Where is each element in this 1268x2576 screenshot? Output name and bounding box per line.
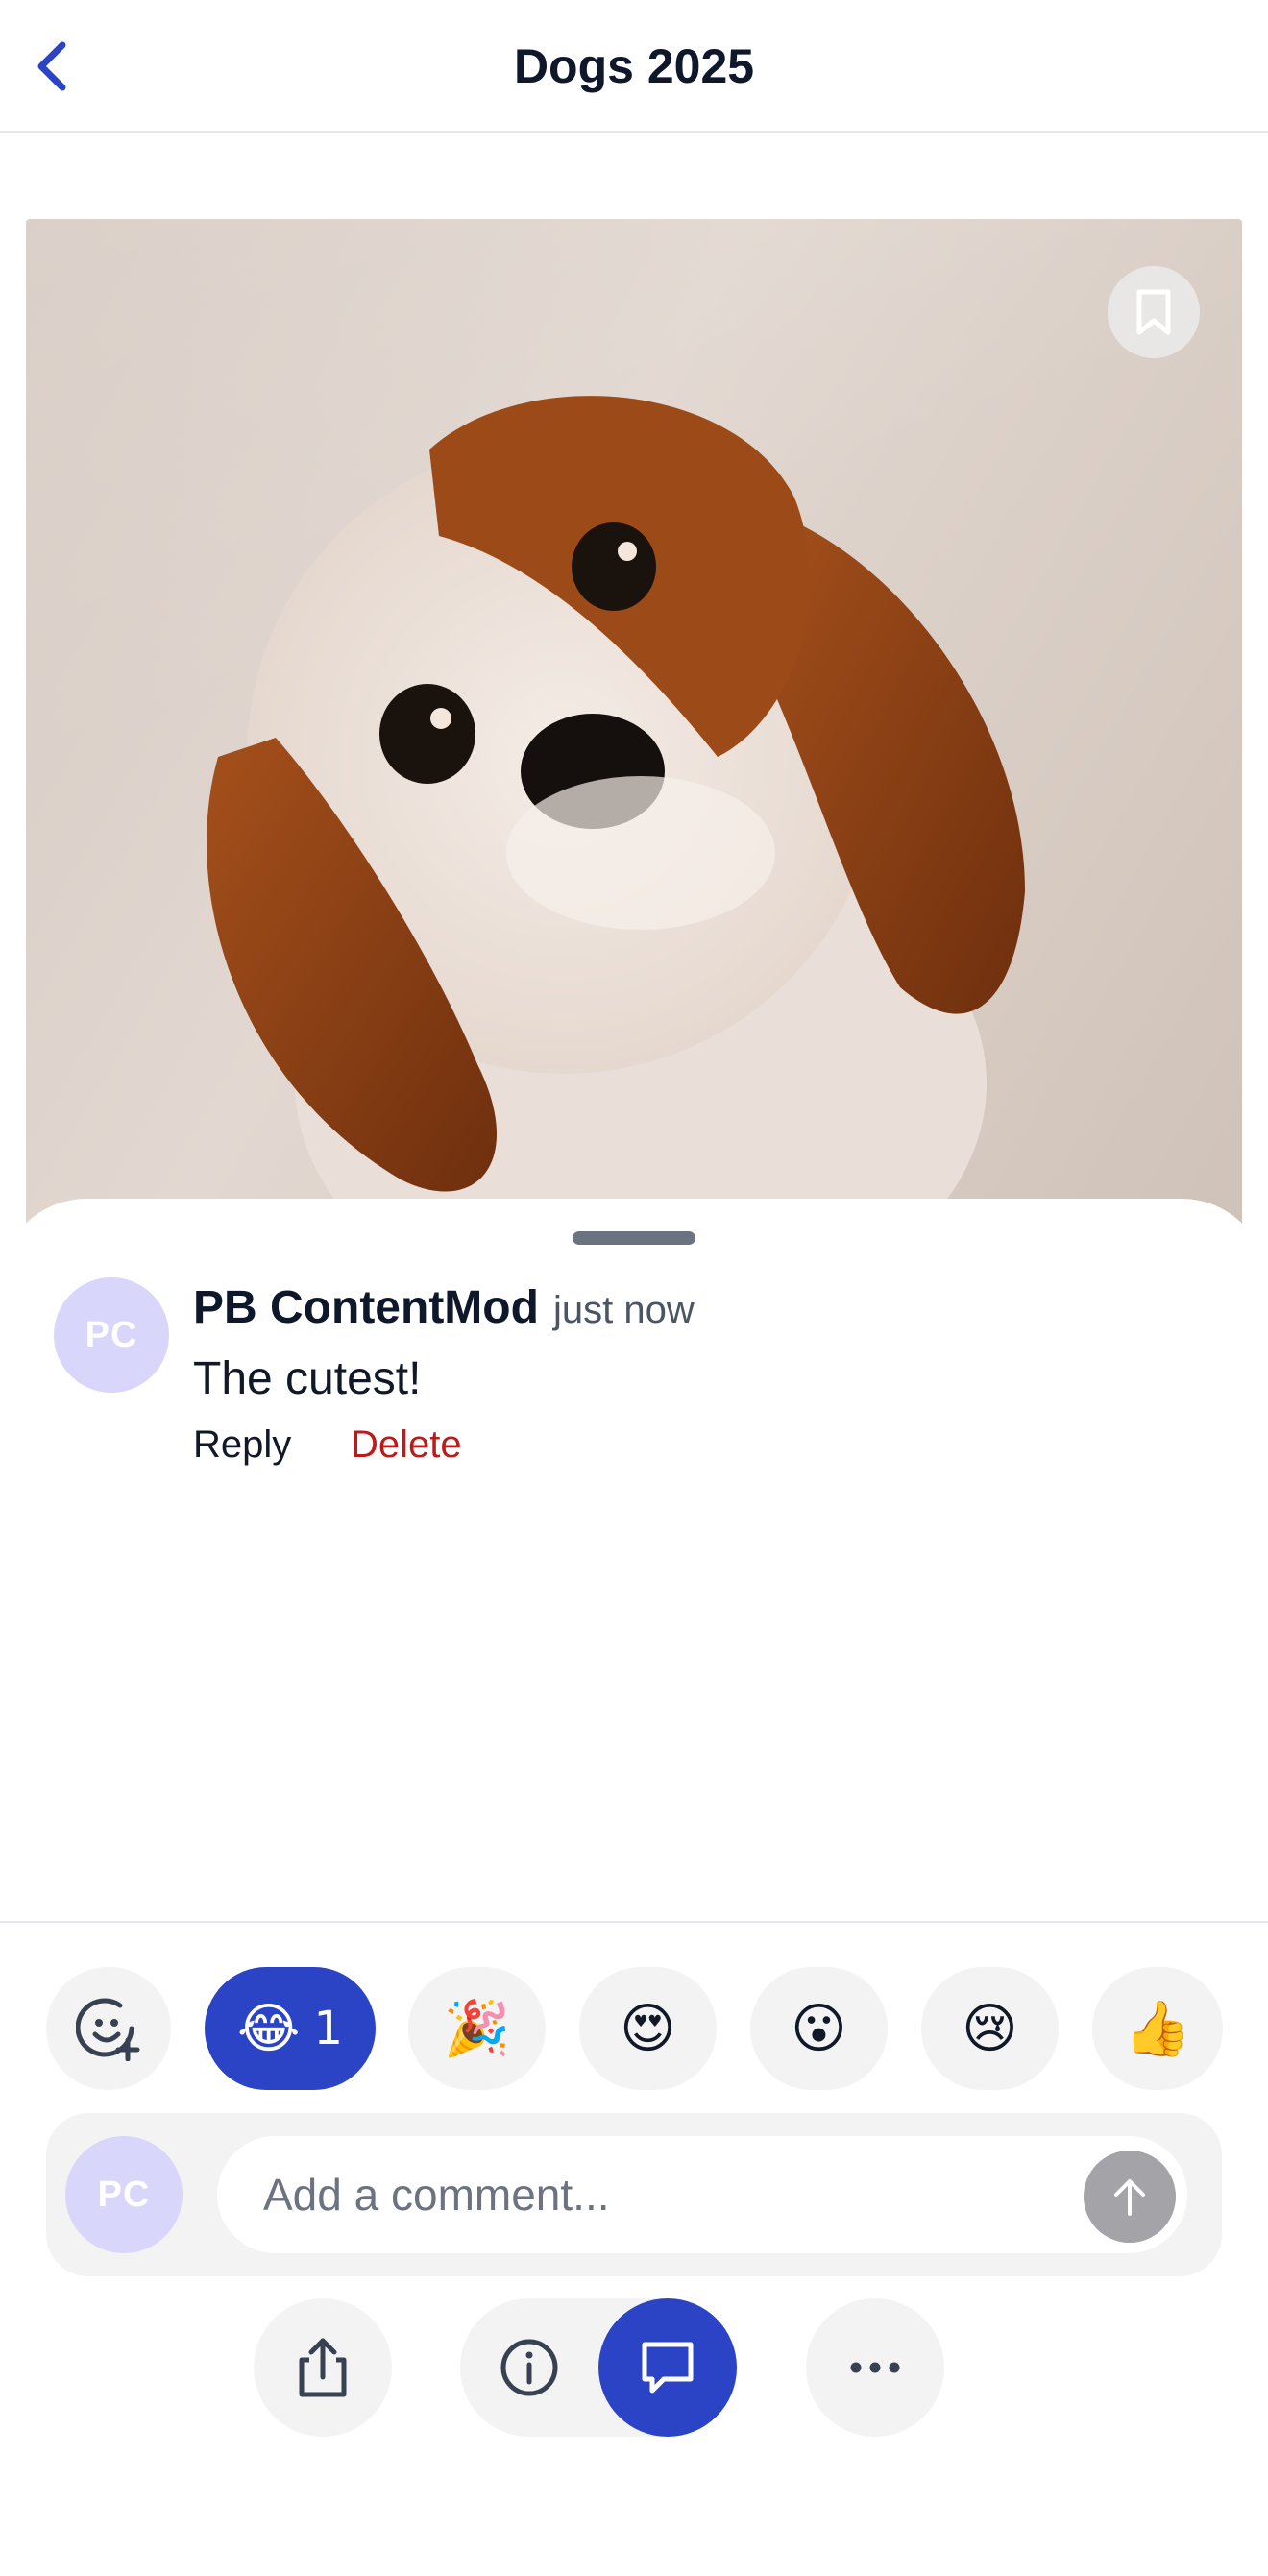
reaction-thumbs-up[interactable]: 👍 xyxy=(1092,1967,1223,2090)
info-button[interactable] xyxy=(460,2298,598,2437)
avatar: PC xyxy=(65,2136,183,2253)
reaction-party[interactable]: 🎉 xyxy=(408,1967,546,2090)
more-icon xyxy=(850,2362,900,2373)
dog-photo xyxy=(207,396,1025,1256)
comment-icon xyxy=(642,2342,694,2394)
comments-button[interactable] xyxy=(598,2298,737,2437)
reaction-heart-eyes[interactable]: 😍 xyxy=(579,1967,717,2090)
info-icon xyxy=(500,2339,558,2396)
reaction-emoji: 😂 xyxy=(237,1998,301,2058)
comment-input[interactable] xyxy=(217,2136,1187,2253)
add-reaction-icon xyxy=(76,1998,140,2061)
comment-timestamp: just now xyxy=(553,1289,695,1331)
add-reaction-button[interactable] xyxy=(46,1967,171,2090)
reaction-emoji: 😍 xyxy=(620,1998,676,2058)
divider xyxy=(0,1921,1268,1923)
comment-text: The cutest! xyxy=(193,1353,422,1404)
share-button[interactable] xyxy=(254,2298,392,2437)
reaction-surprised[interactable]: 😮 xyxy=(750,1967,888,2090)
more-button[interactable] xyxy=(806,2298,944,2437)
post-image[interactable] xyxy=(26,219,1242,1256)
reaction-emoji: 🎉 xyxy=(443,1998,511,2058)
comment-author: PB ContentMod xyxy=(193,1282,539,1333)
top-bar: Dogs 2025 xyxy=(0,0,1268,133)
reaction-sad[interactable]: 😢 xyxy=(921,1967,1059,2090)
reply-button[interactable]: Reply xyxy=(193,1418,291,1471)
share-icon xyxy=(299,2338,347,2397)
send-button[interactable] xyxy=(1084,2151,1176,2243)
reaction-emoji: 👍 xyxy=(1124,1998,1191,2058)
reaction-emoji: 😢 xyxy=(962,1998,1018,2058)
page-title: Dogs 2025 xyxy=(513,39,755,93)
bookmark-button[interactable] xyxy=(1108,266,1200,358)
arrow-up-icon xyxy=(1114,2179,1145,2216)
bookmark-icon xyxy=(1136,289,1171,335)
sheet-drag-handle[interactable] xyxy=(573,1231,695,1245)
avatar: PC xyxy=(54,1277,169,1393)
reaction-joy[interactable]: 😂 1 xyxy=(205,1967,376,2090)
reaction-emoji: 😮 xyxy=(791,1998,847,2058)
reaction-count: 1 xyxy=(313,2002,343,2055)
delete-button[interactable]: Delete xyxy=(351,1418,462,1471)
